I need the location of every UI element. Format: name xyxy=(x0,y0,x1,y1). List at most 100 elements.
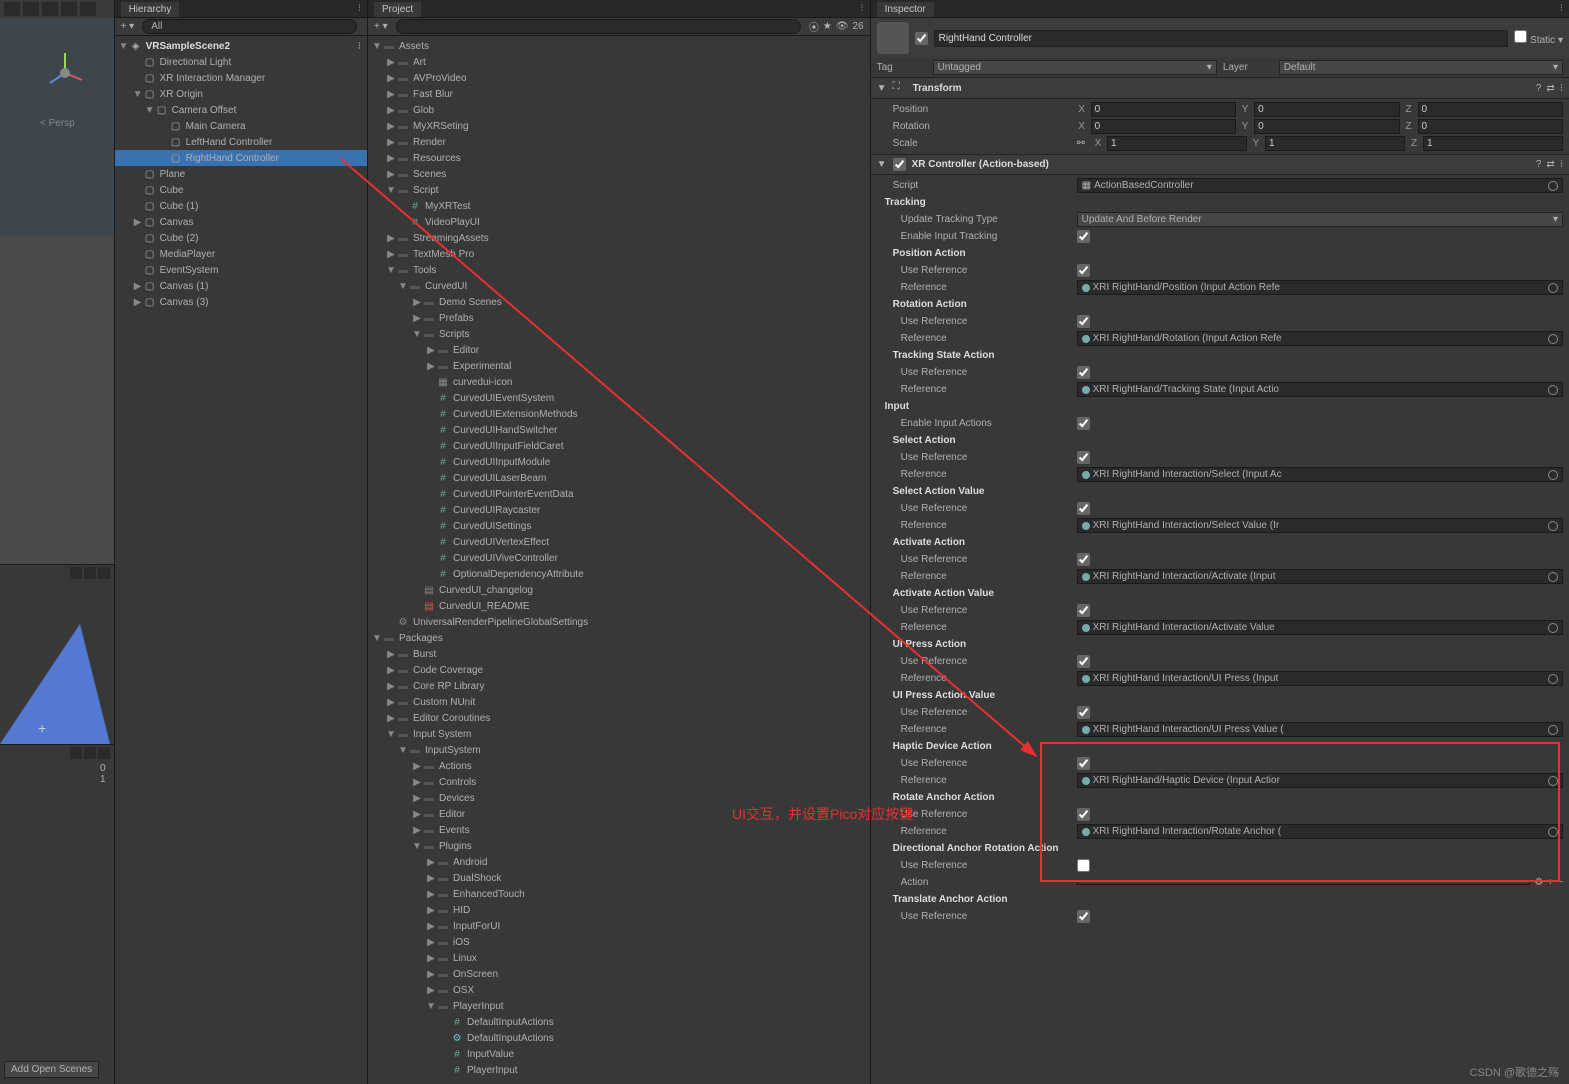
hierarchy-tree[interactable]: ▼◈VRSampleScene2⁝▢Directional Light▢XR I… xyxy=(115,36,367,1084)
reference-field[interactable]: XRI RightHand/Tracking State (Input Acti… xyxy=(1077,382,1563,397)
add-open-scenes-button[interactable]: Add Open Scenes xyxy=(4,1061,99,1078)
project-item[interactable]: #CurvedUILaserBeam xyxy=(368,470,870,486)
project-item[interactable]: #InputValue xyxy=(368,1046,870,1062)
static-checkbox[interactable] xyxy=(1514,30,1527,43)
project-item[interactable]: #PlayerInput xyxy=(368,1062,870,1078)
gameobject-icon[interactable] xyxy=(877,22,909,54)
hierarchy-item[interactable]: ▢EventSystem xyxy=(115,262,367,278)
max-icon[interactable] xyxy=(84,747,96,759)
help-icon[interactable]: ? xyxy=(1536,83,1542,94)
project-item[interactable]: #CurvedUIViveController xyxy=(368,550,870,566)
project-item[interactable]: ▶▬Experimental xyxy=(368,358,870,374)
reference-field[interactable]: XRI RightHand Interaction/Select Value (… xyxy=(1077,518,1563,533)
checkbox[interactable] xyxy=(1077,451,1090,464)
project-item[interactable]: #CurvedUIInputFieldCaret xyxy=(368,438,870,454)
preset-icon[interactable]: ⇄ xyxy=(1546,83,1554,94)
lock-icon[interactable]: ⁝ xyxy=(358,3,361,14)
hierarchy-item[interactable]: ▢Plane xyxy=(115,166,367,182)
project-item[interactable]: ▶▬Glob xyxy=(368,102,870,118)
project-item[interactable]: ▶▬Actions xyxy=(368,758,870,774)
transform-header[interactable]: ▼⛶ Transform?⇄⁝ xyxy=(871,77,1569,99)
project-item[interactable]: ▶▬Linux xyxy=(368,950,870,966)
project-item[interactable]: ▼▬Scripts xyxy=(368,326,870,342)
create-button[interactable]: + ▾ xyxy=(121,21,135,32)
checkbox[interactable] xyxy=(1077,417,1090,430)
gear-icon[interactable]: ⚙ xyxy=(1534,877,1543,888)
project-item[interactable]: ⚙DefaultInputActions xyxy=(368,1030,870,1046)
checkbox[interactable] xyxy=(1077,604,1090,617)
checkbox[interactable] xyxy=(1077,910,1090,923)
project-item[interactable]: ▶▬TextMesh Pro xyxy=(368,246,870,262)
z-field[interactable] xyxy=(1418,119,1563,134)
x-field[interactable] xyxy=(1091,102,1236,117)
checkbox[interactable] xyxy=(1077,757,1090,770)
project-item[interactable]: ▶▬Custom NUnit xyxy=(368,694,870,710)
project-item[interactable]: ▶▬Render xyxy=(368,134,870,150)
project-item[interactable]: ▶▬Fast Blur xyxy=(368,86,870,102)
checkbox[interactable] xyxy=(1077,655,1090,668)
project-item[interactable]: ▼▬Packages xyxy=(368,630,870,646)
lock-icon[interactable]: ⁝ xyxy=(1560,3,1563,14)
reference-field[interactable]: XRI RightHand Interaction/UI Press (Inpu… xyxy=(1077,671,1563,686)
project-search[interactable] xyxy=(396,19,801,34)
project-item[interactable]: ▶▬AVProVideo xyxy=(368,70,870,86)
checkbox[interactable] xyxy=(1077,859,1090,872)
add-icon[interactable]: + xyxy=(1547,877,1553,888)
project-item[interactable]: #OptionalDependencyAttribute xyxy=(368,566,870,582)
hierarchy-item[interactable]: ▢Main Camera xyxy=(115,118,367,134)
project-item[interactable]: ▼▬InputSystem xyxy=(368,742,870,758)
project-item[interactable]: ▼▬CurvedUI xyxy=(368,278,870,294)
hierarchy-item[interactable]: ▢Cube xyxy=(115,182,367,198)
project-item[interactable]: ▤CurvedUI_README xyxy=(368,598,870,614)
project-item[interactable]: ▶▬Core RP Library xyxy=(368,678,870,694)
persp-label[interactable]: < Persp xyxy=(40,118,75,129)
menu-icon[interactable]: ⁝ xyxy=(1560,159,1563,170)
help-icon[interactable]: ? xyxy=(1536,159,1542,170)
project-item[interactable]: ▤CurvedUI_changelog xyxy=(368,582,870,598)
menu-icon[interactable]: ⁝ xyxy=(1560,83,1563,94)
project-item[interactable]: ▼▬Plugins xyxy=(368,838,870,854)
project-item[interactable]: #CurvedUIVertexEffect xyxy=(368,534,870,550)
hierarchy-item[interactable]: ▼▢Camera Offset xyxy=(115,102,367,118)
project-item[interactable]: ▶▬Controls xyxy=(368,774,870,790)
hierarchy-item[interactable]: ▶▢Canvas xyxy=(115,214,367,230)
checkbox[interactable] xyxy=(1077,366,1090,379)
y-field[interactable] xyxy=(1254,119,1399,134)
component-enabled-checkbox[interactable] xyxy=(893,158,906,171)
hierarchy-search[interactable] xyxy=(142,19,357,34)
max-icon[interactable] xyxy=(84,567,96,579)
project-item[interactable]: ▶▬Burst xyxy=(368,646,870,662)
active-checkbox[interactable] xyxy=(915,32,928,45)
favorite-icon[interactable]: ★ xyxy=(823,21,832,32)
min-icon[interactable] xyxy=(70,567,82,579)
lock-icon[interactable]: ⁝ xyxy=(860,3,863,14)
reference-field[interactable]: XRI RightHand/Rotation (Input Action Ref… xyxy=(1077,331,1563,346)
layer-dropdown[interactable]: Default▾ xyxy=(1279,60,1563,75)
project-item[interactable]: ▶▬InputForUI xyxy=(368,918,870,934)
inspector-tab[interactable]: Inspector xyxy=(877,2,934,17)
hierarchy-item[interactable]: ▢XR Interaction Manager xyxy=(115,70,367,86)
checkbox[interactable] xyxy=(1077,502,1090,515)
project-item[interactable]: ▶▬iOS xyxy=(368,934,870,950)
project-item[interactable]: ▶▬Editor Coroutines xyxy=(368,710,870,726)
add-button[interactable]: + xyxy=(38,720,46,736)
reference-field[interactable]: XRI RightHand/Position (Input Action Ref… xyxy=(1077,280,1563,295)
reference-field[interactable]: XRI RightHand Interaction/Activate (Inpu… xyxy=(1077,569,1563,584)
close-icon[interactable] xyxy=(98,567,110,579)
reference-field[interactable]: XRI RightHand Interaction/Select (Input … xyxy=(1077,467,1563,482)
project-item[interactable]: ▼▬Tools xyxy=(368,262,870,278)
scene-view[interactable]: < Persp xyxy=(0,18,114,564)
hierarchy-item[interactable]: ▢MediaPlayer xyxy=(115,246,367,262)
project-item[interactable]: #MyXRTest xyxy=(368,198,870,214)
project-item[interactable]: #CurvedUIRaycaster xyxy=(368,502,870,518)
checkbox[interactable] xyxy=(1077,553,1090,566)
project-item[interactable]: ▶▬Scenes xyxy=(368,166,870,182)
hierarchy-item[interactable]: ▢Directional Light xyxy=(115,54,367,70)
project-item[interactable]: ▶▬Editor xyxy=(368,342,870,358)
preset-icon[interactable]: ⇄ xyxy=(1546,159,1554,170)
reference-field[interactable]: XRI RightHand Interaction/Rotate Anchor … xyxy=(1077,824,1563,839)
project-item[interactable]: ▶▬Resources xyxy=(368,150,870,166)
project-item[interactable]: #CurvedUIInputModule xyxy=(368,454,870,470)
project-item[interactable]: ⚙UniversalRenderPipelineGlobalSettings xyxy=(368,614,870,630)
project-item[interactable]: ▶▬MyXRSeting xyxy=(368,118,870,134)
